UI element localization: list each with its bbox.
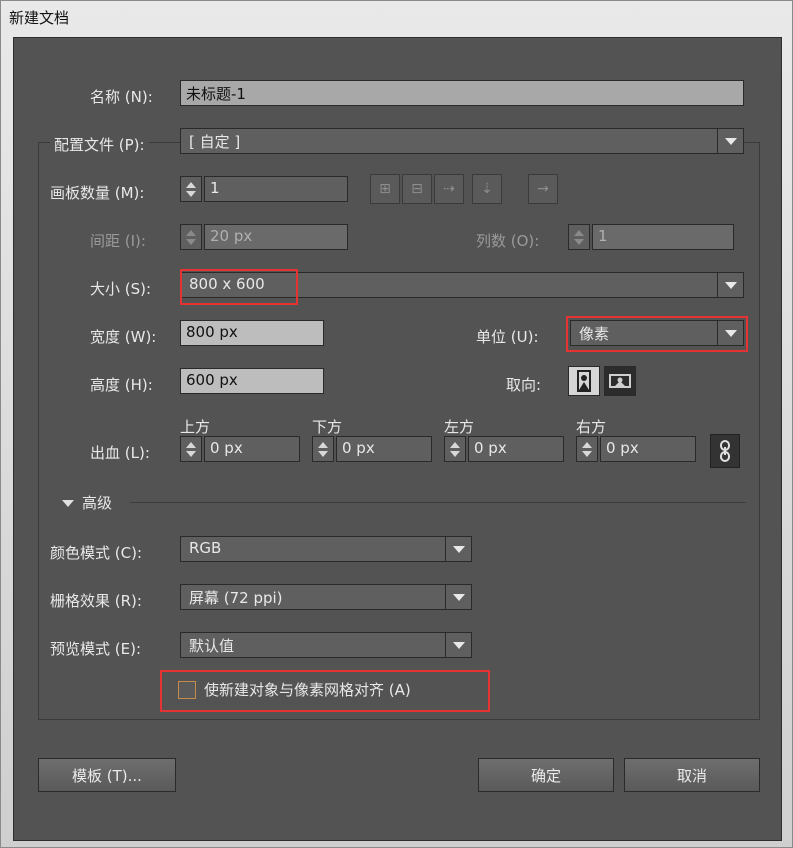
width-label: 宽度 (W):	[90, 328, 157, 346]
bleed-right-input[interactable]: 0 px	[600, 436, 696, 462]
portrait-orientation-icon[interactable]	[568, 366, 600, 396]
size-highlight	[180, 269, 298, 305]
align-pixel-checkbox[interactable]	[178, 681, 196, 699]
advanced-collapse-icon[interactable]	[62, 500, 74, 507]
arrange-by-row-icon[interactable]: ⇢	[434, 174, 464, 204]
bleed-left-label: 左方	[444, 418, 475, 436]
name-input[interactable]: 未标题-1	[180, 80, 744, 106]
right-to-left-layout-icon[interactable]: →	[528, 174, 558, 204]
bleed-bottom-label: 下方	[312, 418, 343, 436]
bleed-bottom-stepper[interactable]	[312, 436, 334, 462]
spacing-stepper[interactable]	[180, 224, 202, 250]
color-mode-arrow-icon	[445, 537, 471, 561]
preview-label: 预览模式 (E):	[50, 640, 142, 658]
columns-label: 列数 (O):	[476, 232, 540, 250]
color-mode-dropdown[interactable]: RGB	[180, 536, 472, 562]
ok-button[interactable]: 确定	[478, 758, 614, 792]
preview-value: 默认值	[189, 637, 235, 655]
align-pixel-label[interactable]: 使新建对象与像素网格对齐 (A)	[204, 679, 411, 700]
link-bleed-icon[interactable]	[710, 434, 740, 468]
bleed-left-stepper[interactable]	[444, 436, 466, 462]
grid-by-column-icon[interactable]: ⊟	[402, 174, 432, 204]
raster-arrow-icon	[445, 585, 471, 609]
bleed-top-label: 上方	[180, 418, 211, 436]
bleed-right-stepper[interactable]	[576, 436, 598, 462]
advanced-label[interactable]: 高级	[82, 492, 112, 513]
bleed-top-stepper[interactable]	[180, 436, 202, 462]
units-label: 单位 (U):	[476, 328, 539, 346]
spacing-input[interactable]: 20 px	[204, 224, 348, 250]
bleed-label: 出血 (L):	[90, 444, 150, 462]
bleed-top-input[interactable]: 0 px	[204, 436, 300, 462]
height-label: 高度 (H):	[90, 376, 153, 394]
bleed-bottom-input[interactable]: 0 px	[336, 436, 432, 462]
preview-arrow-icon	[445, 633, 471, 657]
raster-label: 栅格效果 (R):	[50, 592, 142, 610]
new-document-window: 新建文档 名称 (N): 未标题-1 配置文件 (P): [ 自定 ] 画板数量…	[0, 0, 793, 848]
raster-value: 屏幕 (72 ppi)	[189, 589, 283, 607]
units-highlight	[566, 316, 748, 352]
profile-value: [ 自定 ]	[189, 133, 241, 151]
artboards-stepper[interactable]	[180, 176, 202, 202]
title-bar[interactable]: 新建文档	[1, 1, 793, 35]
columns-input[interactable]: 1	[592, 224, 734, 250]
height-input[interactable]: 600 px	[180, 368, 324, 394]
size-label: 大小 (S):	[90, 280, 152, 298]
grid-by-row-icon[interactable]: ⊞	[370, 174, 400, 204]
profile-label: 配置文件 (P):	[50, 134, 149, 155]
columns-stepper[interactable]	[568, 224, 590, 250]
color-mode-value: RGB	[189, 539, 222, 557]
bleed-right-label: 右方	[576, 418, 607, 436]
color-mode-label: 颜色模式 (C):	[50, 544, 142, 562]
raster-dropdown[interactable]: 屏幕 (72 ppi)	[180, 584, 472, 610]
size-dropdown-arrow-icon	[717, 273, 743, 297]
spacing-label: 间距 (I):	[90, 232, 146, 250]
cancel-button[interactable]: 取消	[624, 758, 760, 792]
preview-dropdown[interactable]: 默认值	[180, 632, 472, 658]
landscape-orientation-icon[interactable]	[604, 366, 636, 396]
artboards-label: 画板数量 (M):	[50, 184, 145, 202]
name-label: 名称 (N):	[90, 88, 153, 106]
templates-button[interactable]: 模板 (T)...	[38, 758, 176, 792]
bleed-left-input[interactable]: 0 px	[468, 436, 564, 462]
width-input[interactable]: 800 px	[180, 320, 324, 346]
window-title: 新建文档	[9, 9, 70, 27]
arrange-by-column-icon[interactable]: ⇣	[472, 174, 502, 204]
advanced-divider	[130, 502, 746, 503]
orientation-label: 取向:	[506, 376, 542, 394]
profile-dropdown-arrow-icon	[717, 129, 743, 153]
profile-dropdown[interactable]: [ 自定 ]	[180, 128, 744, 154]
artboards-input[interactable]: 1	[204, 176, 348, 202]
new-document-dialog: 名称 (N): 未标题-1 配置文件 (P): [ 自定 ] 画板数量 (M):…	[13, 37, 782, 841]
